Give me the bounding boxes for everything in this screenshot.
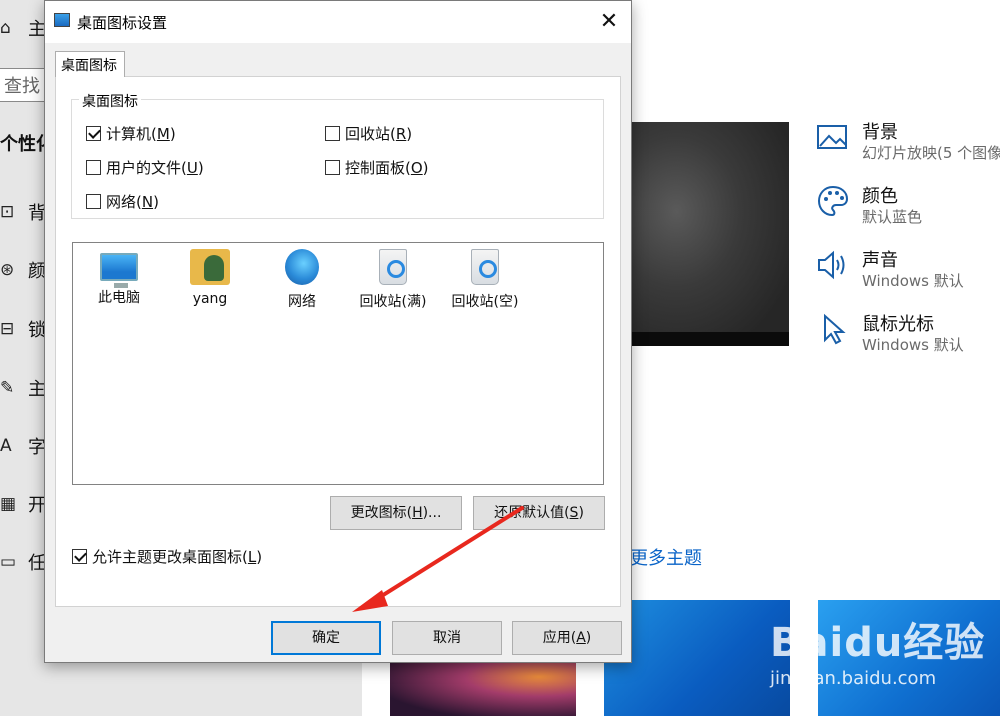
icon-item-recycle-bin-empty[interactable]: 回收站(空) bbox=[445, 249, 525, 311]
sidebar-item-colors[interactable]: ⊛ 颜 bbox=[0, 250, 46, 290]
checkbox-unchecked[interactable] bbox=[325, 160, 340, 175]
restore-default-button[interactable]: 还原默认值(S) bbox=[473, 496, 605, 530]
checkbox-checked[interactable] bbox=[86, 126, 101, 141]
icon-item-label: 回收站(满) bbox=[359, 294, 427, 310]
sidebar-item-fonts[interactable]: A 字 bbox=[0, 426, 46, 466]
more-themes-link[interactable]: 更多主题 bbox=[630, 544, 702, 570]
icon-item-network[interactable]: 网络 bbox=[262, 249, 342, 311]
theme-preview-image bbox=[628, 122, 789, 346]
ok-button[interactable]: 确定 bbox=[271, 621, 381, 655]
setting-title: 声音 bbox=[862, 250, 898, 271]
brush-icon: ✎ bbox=[0, 378, 15, 398]
taskbar-icon: ▭ bbox=[0, 552, 17, 572]
apply-button[interactable]: 应用(A) bbox=[512, 621, 622, 655]
icon-item-label: 回收站(空) bbox=[451, 294, 519, 310]
computer-checkbox[interactable]: 计算机(M) bbox=[86, 123, 176, 144]
icon-item-label: yang bbox=[192, 291, 228, 307]
icon-item-this-pc[interactable]: 此电脑 bbox=[79, 249, 159, 307]
sidebar-home[interactable]: ⌂ 主 bbox=[0, 8, 46, 48]
setting-subtitle: 默认蓝色 bbox=[862, 208, 923, 226]
speaker-icon bbox=[818, 250, 845, 280]
setting-title: 鼠标光标 bbox=[862, 314, 934, 335]
checkbox-label: 用户的文件(U) bbox=[106, 159, 204, 177]
cursor-icon bbox=[824, 313, 846, 345]
close-button[interactable]: ✕ bbox=[591, 7, 627, 37]
monitor-icon bbox=[54, 13, 70, 27]
sidebar-item-themes[interactable]: ✎ 主 bbox=[0, 368, 46, 408]
dialog-title: 桌面图标设置 bbox=[77, 14, 168, 32]
desktop-icon-list[interactable]: 此电脑 yang 网络 回收站(满) 回收站(空) bbox=[72, 242, 604, 485]
picture-icon bbox=[817, 125, 847, 149]
cancel-button[interactable]: 取消 bbox=[392, 621, 502, 655]
setting-title: 背景 bbox=[862, 122, 898, 143]
icon-item-label: 此电脑 bbox=[98, 290, 140, 306]
sidebar-item-start[interactable]: ▦ 开 bbox=[0, 484, 46, 524]
change-icon-button[interactable]: 更改图标(H)... bbox=[330, 496, 462, 530]
checkbox-unchecked[interactable] bbox=[325, 126, 340, 141]
theme-preview-taskbar bbox=[628, 332, 789, 346]
user-folder-icon bbox=[190, 249, 230, 285]
setting-subtitle: Windows 默认 bbox=[862, 336, 964, 354]
baidu-watermark-url: jingyan.baidu.com bbox=[770, 668, 937, 689]
checkbox-label: 计算机(M) bbox=[106, 125, 176, 143]
checkbox-unchecked[interactable] bbox=[86, 160, 101, 175]
checkbox-label: 回收站(R) bbox=[345, 125, 413, 143]
group-title: 桌面图标 bbox=[79, 91, 141, 111]
recycle-bin-checkbox[interactable]: 回收站(R) bbox=[325, 123, 412, 144]
image-icon: ⊡ bbox=[0, 202, 15, 222]
checkbox-label: 允许主题更改桌面图标(L) bbox=[92, 548, 263, 566]
control-panel-checkbox[interactable]: 控制面板(O) bbox=[325, 157, 429, 178]
recycle-bin-empty-icon bbox=[471, 249, 499, 285]
desktop-icon-settings-dialog: 桌面图标设置 ✕ 桌面图标 桌面图标 计算机(M) 回收站(R) 用户的文件(U… bbox=[44, 0, 632, 663]
checkbox-label: 控制面板(O) bbox=[345, 159, 429, 177]
dialog-titlebar[interactable]: 桌面图标设置 ✕ bbox=[45, 1, 631, 43]
sidebar-item-lock-screen[interactable]: ⊟ 锁 bbox=[0, 309, 46, 349]
setting-title: 颜色 bbox=[862, 186, 898, 207]
checkbox-label: 网络(N) bbox=[106, 193, 159, 211]
settings-search-input[interactable]: 查找 bbox=[0, 68, 48, 102]
network-checkbox[interactable]: 网络(N) bbox=[86, 191, 159, 212]
font-icon: A bbox=[0, 436, 12, 456]
baidu-watermark-logo: Baidu经验 bbox=[770, 620, 986, 666]
computer-icon bbox=[100, 253, 138, 288]
icon-item-recycle-bin-full[interactable]: 回收站(满) bbox=[353, 249, 433, 311]
theme-tile[interactable] bbox=[390, 660, 576, 716]
lock-screen-icon: ⊟ bbox=[0, 319, 15, 339]
setting-subtitle: 幻灯片放映(5 个图像 bbox=[862, 144, 1000, 162]
sidebar-item-taskbar[interactable]: ▭ 任 bbox=[0, 542, 46, 582]
recycle-bin-full-icon bbox=[379, 249, 407, 285]
start-icon: ▦ bbox=[0, 494, 17, 514]
network-icon bbox=[285, 249, 319, 285]
tab-desktop-icons[interactable]: 桌面图标 bbox=[55, 51, 125, 77]
setting-subtitle: Windows 默认 bbox=[862, 272, 964, 290]
checkbox-unchecked[interactable] bbox=[86, 194, 101, 209]
palette-icon: ⊛ bbox=[0, 260, 15, 280]
icon-item-label: 网络 bbox=[288, 294, 316, 310]
home-icon: ⌂ bbox=[0, 18, 11, 38]
sidebar-item-background[interactable]: ⊡ 背 bbox=[0, 192, 46, 232]
checkbox-checked[interactable] bbox=[72, 549, 87, 564]
palette-icon bbox=[817, 185, 849, 217]
icon-item-user-files[interactable]: yang bbox=[170, 249, 250, 307]
user-files-checkbox[interactable]: 用户的文件(U) bbox=[86, 157, 204, 178]
allow-themes-change-icons-checkbox[interactable]: 允许主题更改桌面图标(L) bbox=[72, 546, 262, 567]
